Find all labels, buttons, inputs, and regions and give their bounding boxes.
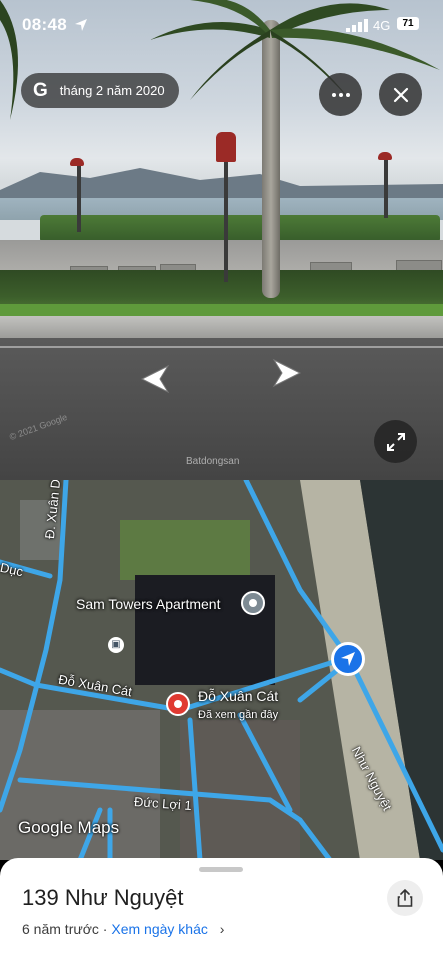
google-g-icon: G bbox=[33, 79, 48, 101]
status-bar: 08:48 4G 71 bbox=[0, 0, 443, 50]
battery-icon: 71 bbox=[397, 17, 419, 30]
mountains-backdrop bbox=[0, 168, 443, 200]
more-options-button[interactable] bbox=[319, 73, 362, 116]
see-other-dates-link[interactable]: Xem ngày khác bbox=[111, 921, 208, 937]
location-arrow-icon bbox=[75, 19, 87, 31]
lawn-strip bbox=[40, 215, 440, 243]
street-view-panorama[interactable]: © 2021 Google 08:48 4G 71 G tháng 2 năm … bbox=[0, 0, 443, 480]
status-time: 08:48 bbox=[22, 15, 67, 34]
street-lamp-head bbox=[216, 132, 236, 162]
signal-bars-icon bbox=[346, 19, 368, 32]
imagery-age: 6 năm trước bbox=[22, 921, 99, 937]
more-dots-icon bbox=[331, 92, 350, 97]
navigate-back-arrow-icon[interactable] bbox=[138, 364, 170, 394]
street-lamp bbox=[77, 164, 81, 232]
close-button[interactable] bbox=[379, 73, 422, 116]
poi-pin-icon[interactable] bbox=[241, 591, 265, 615]
imagery-info: 6 năm trước · Xem ngày khác › bbox=[22, 921, 224, 937]
fullscreen-button[interactable] bbox=[374, 420, 417, 463]
selected-place-pin-icon[interactable] bbox=[166, 692, 190, 716]
pin-subtitle: Đã xem gần đây bbox=[198, 709, 279, 721]
place-bottom-sheet[interactable]: 139 Như Nguyệt 6 năm trước · Xem ngày kh… bbox=[0, 858, 443, 960]
street-lamp bbox=[384, 158, 388, 218]
imagery-date: tháng 2 năm 2020 bbox=[59, 83, 165, 98]
place-title: 139 Như Nguyệt bbox=[22, 885, 184, 910]
expand-icon bbox=[386, 432, 405, 451]
share-icon bbox=[397, 889, 413, 907]
imagery-date-chip[interactable]: G tháng 2 năm 2020 bbox=[21, 73, 179, 108]
poi-label[interactable]: Sam Towers Apartment bbox=[76, 596, 220, 612]
street-view-position-marker[interactable] bbox=[331, 642, 365, 676]
street-lamp-head bbox=[70, 158, 84, 166]
satellite-map[interactable]: Đ. Xuân Diệu Dục Đỗ Xuân Cát Như Nguyệt … bbox=[0, 480, 443, 860]
chevron-right-icon[interactable]: › bbox=[220, 921, 225, 937]
navigate-forward-arrow-icon[interactable] bbox=[272, 358, 304, 388]
street-lamp-head bbox=[378, 152, 392, 160]
batdongsan-watermark: Batdongsan bbox=[186, 456, 240, 467]
network-type: 4G bbox=[373, 18, 391, 33]
google-maps-logo: Google Maps bbox=[18, 818, 120, 837]
curb bbox=[0, 316, 443, 338]
road-line bbox=[0, 346, 443, 348]
bus-stop-icon[interactable]: ▣ bbox=[108, 637, 124, 653]
separator-dot: · bbox=[102, 921, 108, 937]
navigation-arrow-icon bbox=[341, 652, 355, 666]
sheet-drag-handle[interactable] bbox=[199, 867, 243, 872]
pin-title[interactable]: Đỗ Xuân Cát bbox=[198, 688, 278, 704]
close-icon bbox=[393, 87, 408, 102]
share-button[interactable] bbox=[387, 880, 423, 916]
